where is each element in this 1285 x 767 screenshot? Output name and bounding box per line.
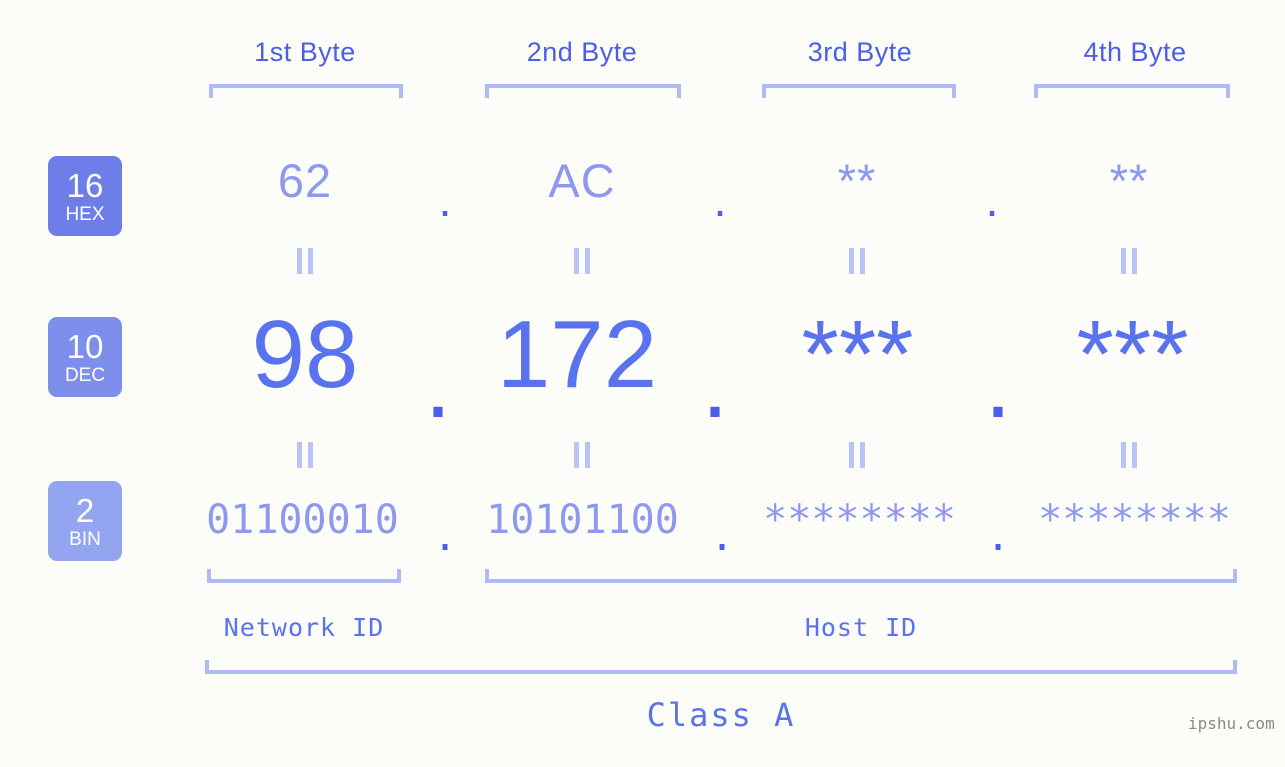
dec-separator-1: . (424, 330, 452, 438)
bin-value-byte-2: 10101100 (486, 497, 679, 543)
bin-separator-3: . (985, 514, 1011, 560)
column-header-4th-byte: 4th Byte (1083, 36, 1187, 67)
dec-value-byte-3: *** (801, 301, 914, 408)
dec-value-byte-4: *** (1076, 301, 1189, 408)
base-badge-dec-number: 10 (66, 327, 104, 365)
column-header-2nd-byte: 2nd Byte (526, 36, 638, 67)
equals-connector-hex-dec-byte-1 (210, 246, 400, 276)
base-badge-dec: 10 DEC (48, 317, 122, 397)
dec-separator-3: . (984, 330, 1012, 438)
bin-value-byte-3: ******** (763, 497, 956, 543)
equals-connector-dec-bin-byte-1 (210, 440, 400, 470)
column-header-1st-byte: 1st Byte (254, 36, 356, 67)
watermark: ipshu.com (1188, 714, 1275, 733)
hex-value-byte-3: ** (837, 153, 877, 207)
equals-connector-dec-bin-byte-4 (1034, 440, 1224, 470)
host-id-label: Host ID (804, 612, 918, 642)
equals-connector-dec-bin-byte-3 (762, 440, 952, 470)
bin-separator-1: . (432, 514, 458, 560)
base-badge-bin: 2 BIN (48, 481, 122, 561)
equals-connector-hex-dec-byte-3 (762, 246, 952, 276)
bracket-bottom-host-id (485, 569, 1237, 583)
bin-value-byte-4: ******** (1038, 497, 1231, 543)
bin-value-byte-1: 01100010 (206, 497, 399, 543)
hex-separator-3: . (985, 172, 999, 226)
base-badge-hex-name: HEX (65, 203, 105, 225)
bracket-top-1st-byte (209, 84, 403, 98)
dec-value-byte-2: 172 (496, 301, 658, 408)
bin-separator-2: . (709, 514, 735, 560)
hex-value-byte-4: ** (1109, 153, 1149, 207)
base-badge-bin-name: BIN (69, 528, 101, 550)
hex-value-byte-2: AC (548, 153, 616, 207)
hex-separator-2: . (713, 172, 727, 226)
equals-connector-hex-dec-byte-4 (1034, 246, 1224, 276)
bracket-top-4th-byte (1034, 84, 1230, 98)
equals-connector-dec-bin-byte-2 (487, 440, 677, 470)
ip-address-breakdown-diagram: 1st Byte 2nd Byte 3rd Byte 4th Byte 16 H… (0, 0, 1285, 767)
hex-separator-1: . (438, 172, 452, 226)
base-badge-dec-name: DEC (64, 364, 106, 386)
network-id-label: Network ID (223, 612, 385, 642)
base-badge-bin-number: 2 (75, 491, 95, 529)
column-header-3rd-byte: 3rd Byte (807, 36, 913, 67)
bracket-top-2nd-byte (485, 84, 681, 98)
equals-connector-hex-dec-byte-2 (487, 246, 677, 276)
bracket-top-3rd-byte (762, 84, 956, 98)
dec-value-byte-1: 98 (251, 301, 359, 408)
class-label: Class A (646, 696, 796, 734)
bracket-bottom-class (205, 660, 1237, 674)
dec-separator-2: . (701, 330, 729, 438)
base-badge-hex-number: 16 (66, 166, 104, 204)
bracket-bottom-network-id (207, 569, 401, 583)
base-badge-hex: 16 HEX (48, 156, 122, 236)
hex-value-byte-1: 62 (277, 153, 333, 207)
